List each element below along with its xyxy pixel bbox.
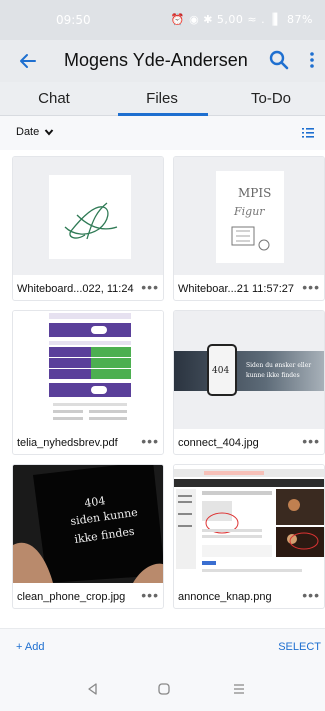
tab-chat[interactable]: Chat: [0, 82, 108, 116]
conversation-header: Mogens Yde-Andersen: [0, 40, 325, 82]
file-name: Whiteboar...21 11:57:27: [178, 283, 294, 295]
chevron-down-icon[interactable]: [44, 125, 54, 140]
file-card[interactable]: telia_nyhedsbrev.pdf •••: [12, 310, 164, 455]
nav-recents-icon: [234, 684, 244, 694]
file-card[interactable]: Whiteboard...022, 11:24 •••: [12, 156, 164, 301]
search-button[interactable]: [268, 49, 292, 73]
status-bar: 09:50 ⏰ ◉ ✱ 5,00 ≈ .▕▍ 87%: [0, 0, 325, 40]
file-thumbnail: 404 Siden du ønsker eller kunne ikke fin…: [174, 311, 324, 429]
sketch-text-1: MPIS: [238, 186, 271, 200]
file-thumbnail: [13, 311, 163, 429]
file-card[interactable]: 404 siden kunne ikke findes clean_phone_…: [12, 464, 164, 609]
banner-text-2: kunne ikke findes: [246, 372, 300, 379]
file-thumbnail: [13, 157, 163, 275]
bottom-action-bar: + Add SELECT: [0, 628, 325, 668]
nav-back-button[interactable]: [84, 680, 102, 698]
file-more-icon[interactable]: •••: [141, 587, 159, 603]
tab-bar: Chat Files To-Do: [0, 82, 325, 116]
file-card[interactable]: annonce_knap.png •••: [173, 464, 325, 609]
file-thumbnail: 404 siden kunne ikke findes: [13, 465, 163, 583]
file-more-icon[interactable]: •••: [141, 433, 159, 449]
tab-files[interactable]: Files: [108, 82, 216, 116]
sort-bar: Date: [0, 116, 325, 150]
add-button[interactable]: + Add: [16, 641, 44, 653]
file-name: Whiteboard...022, 11:24: [17, 283, 134, 295]
file-more-icon[interactable]: •••: [141, 279, 159, 295]
list-view-icon: [302, 128, 314, 138]
file-name: connect_404.jpg: [178, 437, 259, 449]
file-card[interactable]: 404 Siden du ønsker eller kunne ikke fin…: [173, 310, 325, 455]
file-more-icon[interactable]: •••: [302, 587, 320, 603]
banner-text-1: Siden du ønsker eller: [246, 362, 311, 369]
file-name: telia_nyhedsbrev.pdf: [17, 437, 118, 449]
status-icons: ⏰ ◉ ✱ 5,00 ≈ .▕▍ 87%: [170, 13, 313, 26]
nav-back-icon: [88, 683, 97, 695]
files-grid: Whiteboard...022, 11:24 ••• MPIS Figur W…: [0, 150, 325, 628]
search-icon: [269, 50, 289, 70]
tab-todo[interactable]: To-Do: [217, 82, 325, 116]
more-options-button[interactable]: [306, 49, 318, 73]
back-button[interactable]: [18, 48, 44, 74]
list-view-button[interactable]: [301, 126, 315, 140]
sort-dropdown[interactable]: Date: [16, 126, 39, 138]
file-thumbnail: [174, 465, 324, 583]
select-button[interactable]: SELECT: [278, 641, 321, 653]
status-time: 09:50: [56, 13, 91, 27]
nav-home-icon: [158, 683, 170, 695]
file-name: clean_phone_crop.jpg: [17, 591, 126, 603]
page-title: Mogens Yde-Andersen: [64, 50, 248, 70]
back-arrow-icon: [20, 54, 36, 68]
file-more-icon[interactable]: •••: [302, 279, 320, 295]
nav-recents-button[interactable]: [230, 680, 248, 698]
nav-home-button[interactable]: [155, 680, 173, 698]
system-nav-bar: [0, 668, 325, 711]
banner-404-text: 404: [212, 366, 229, 376]
sketch-text-2: Figur: [233, 205, 265, 218]
more-vertical-icon: [310, 52, 314, 68]
file-card[interactable]: MPIS Figur Whiteboar...21 11:57:27 •••: [173, 156, 325, 301]
file-name: annonce_knap.png: [178, 591, 272, 603]
file-thumbnail: MPIS Figur: [174, 157, 324, 275]
file-more-icon[interactable]: •••: [302, 433, 320, 449]
